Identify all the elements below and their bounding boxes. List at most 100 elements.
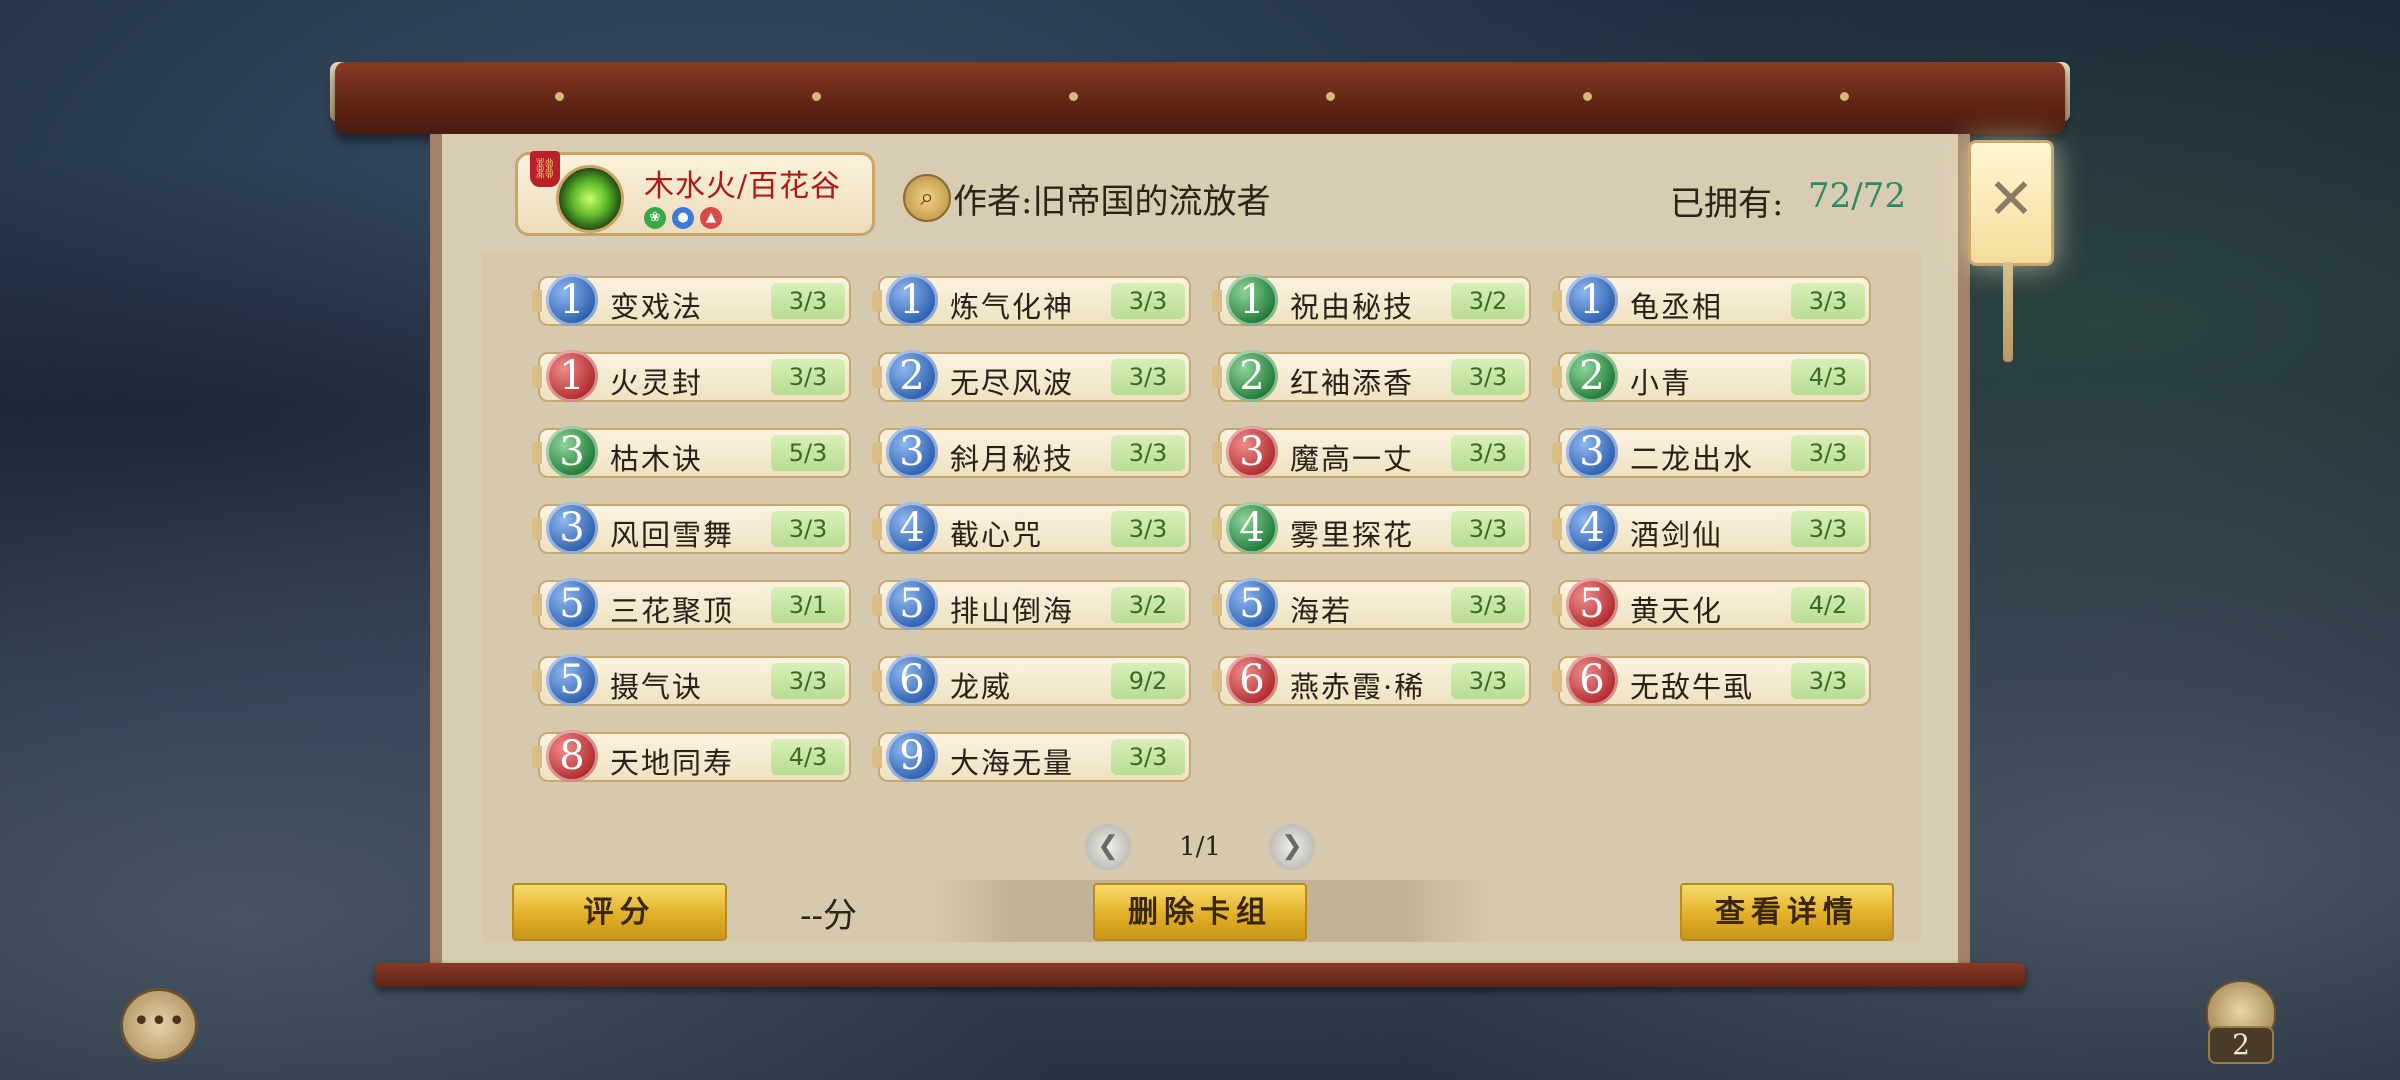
- card-count: 5/3: [771, 435, 845, 471]
- card-entry[interactable]: 1 祝由秘技 3/2: [1212, 274, 1531, 326]
- rate-button[interactable]: 评分: [512, 883, 727, 941]
- card-entry[interactable]: 2 小青 4/3: [1552, 350, 1871, 402]
- card-entry[interactable]: 6 燕赤霞·稀 3/3: [1212, 654, 1531, 706]
- bag-count: 2: [2208, 1026, 2274, 1064]
- card-name: 无敌牛虱: [1630, 670, 1755, 704]
- deck-name: 木水火/百花谷: [644, 169, 842, 204]
- card-cost: 3: [1226, 426, 1278, 478]
- view-details-button[interactable]: 查看详情: [1680, 883, 1894, 941]
- card-entry[interactable]: 9 大海无量 3/3: [872, 730, 1191, 782]
- card-count: 3/3: [1451, 587, 1525, 623]
- card-entry[interactable]: 5 摄气诀 3/3: [532, 654, 851, 706]
- card-entry[interactable]: 8 天地同寿 4/3: [532, 730, 851, 782]
- close-button[interactable]: ✕: [1968, 140, 2054, 266]
- card-count: 4/3: [1791, 359, 1865, 395]
- card-entry[interactable]: 3 风回雪舞 3/3: [532, 502, 851, 554]
- chat-icon: •••: [132, 1004, 186, 1039]
- card-count: 3/3: [1791, 511, 1865, 547]
- card-entry[interactable]: 5 三花聚顶 3/1: [532, 578, 851, 630]
- delete-deck-button[interactable]: 删除卡组: [1093, 883, 1307, 941]
- card-name: 排山倒海: [950, 594, 1075, 628]
- card-name: 大海无量: [950, 746, 1075, 780]
- card-entry[interactable]: 5 黄天化 4/2: [1552, 578, 1871, 630]
- card-name: 斜月秘技: [950, 442, 1075, 476]
- card-count: 4/3: [771, 739, 845, 775]
- scroll-top-rod: [335, 62, 2065, 134]
- bag-button[interactable]: 2: [2200, 980, 2278, 1064]
- card-name: 龙威: [950, 670, 1013, 704]
- rod-stud: [555, 92, 564, 101]
- card-cost: 4: [886, 502, 938, 554]
- card-cost: 2: [1566, 350, 1618, 402]
- card-count: 3/3: [771, 283, 845, 319]
- magnifier-icon[interactable]: ⌕: [903, 174, 951, 222]
- card-name: 风回雪舞: [610, 518, 735, 552]
- card-entry[interactable]: 1 火灵封 3/3: [532, 350, 851, 402]
- card-count: 3/3: [771, 359, 845, 395]
- page-indicator: 1/1: [1179, 832, 1221, 862]
- chevron-left-icon[interactable]: ❮: [1085, 824, 1131, 870]
- card-name: 无尽风波: [950, 366, 1075, 400]
- card-count: 3/2: [1111, 587, 1185, 623]
- card-entry[interactable]: 2 无尽风波 3/3: [872, 350, 1191, 402]
- card-entry[interactable]: 1 变戏法 3/3: [532, 274, 851, 326]
- card-entry[interactable]: 5 海若 3/3: [1212, 578, 1531, 630]
- rod-stud: [1840, 92, 1849, 101]
- card-name: 黄天化: [1630, 594, 1724, 628]
- card-entry[interactable]: 4 雾里探花 3/3: [1212, 502, 1531, 554]
- card-name: 海若: [1290, 594, 1353, 628]
- scroll-bottom-rod: [375, 963, 2025, 987]
- chat-button[interactable]: •••: [120, 988, 198, 1062]
- card-entry[interactable]: 1 龟丞相 3/3: [1552, 274, 1871, 326]
- card-name: 雾里探花: [1290, 518, 1415, 552]
- card-cost: 8: [546, 730, 598, 782]
- card-cost: 9: [886, 730, 938, 782]
- card-count: 3/1: [771, 587, 845, 623]
- card-cost: 6: [1566, 654, 1618, 706]
- card-cost: 2: [886, 350, 938, 402]
- card-count: 3/3: [1451, 359, 1525, 395]
- card-name: 小青: [1630, 366, 1693, 400]
- card-entry[interactable]: 3 枯木诀 5/3: [532, 426, 851, 478]
- card-count: 3/3: [1111, 359, 1185, 395]
- card-count: 3/3: [1111, 739, 1185, 775]
- card-name: 变戏法: [610, 290, 704, 324]
- card-name: 火灵封: [610, 366, 704, 400]
- card-entry[interactable]: 6 龙威 9/2: [872, 654, 1191, 706]
- rod-stud: [812, 92, 821, 101]
- card-cost: 3: [1566, 426, 1618, 478]
- card-count: 9/2: [1111, 663, 1185, 699]
- card-entry[interactable]: 4 酒剑仙 3/3: [1552, 502, 1871, 554]
- card-cost: 6: [886, 654, 938, 706]
- card-count: 3/3: [1111, 283, 1185, 319]
- card-cost: 5: [546, 654, 598, 706]
- card-count: 3/3: [771, 511, 845, 547]
- card-entry[interactable]: 6 无敌牛虱 3/3: [1552, 654, 1871, 706]
- card-entry[interactable]: 1 炼气化神 3/3: [872, 274, 1191, 326]
- card-count: 3/3: [1791, 283, 1865, 319]
- card-name: 红袖添香: [1290, 366, 1415, 400]
- chevron-right-icon[interactable]: ❯: [1269, 824, 1315, 870]
- card-entry[interactable]: 3 二龙出水 3/3: [1552, 426, 1871, 478]
- card-entry[interactable]: 3 魔高一丈 3/3: [1212, 426, 1531, 478]
- card-cost: 1: [546, 274, 598, 326]
- rod-stud: [1326, 92, 1335, 101]
- card-entry[interactable]: 2 红袖添香 3/3: [1212, 350, 1531, 402]
- deck-badge[interactable]: ⛓ 木水火/百花谷 ❀ ● ▲: [515, 151, 875, 236]
- card-count: 3/3: [1451, 511, 1525, 547]
- card-cost: 1: [546, 350, 598, 402]
- card-entry[interactable]: 4 截心咒 3/3: [872, 502, 1191, 554]
- rod-stud: [1069, 92, 1078, 101]
- card-cost: 3: [886, 426, 938, 478]
- card-name: 摄气诀: [610, 670, 704, 704]
- card-name: 枯木诀: [610, 442, 704, 476]
- card-name: 祝由秘技: [1290, 290, 1415, 324]
- owned-label: 已拥有:: [1670, 184, 1784, 224]
- card-count: 3/3: [1451, 663, 1525, 699]
- card-entry[interactable]: 3 斜月秘技 3/3: [872, 426, 1191, 478]
- card-cost: 5: [1566, 578, 1618, 630]
- card-cost: 3: [546, 426, 598, 478]
- card-entry[interactable]: 5 排山倒海 3/2: [872, 578, 1191, 630]
- water-element-icon: ●: [672, 207, 694, 229]
- deck-emblem-icon: [556, 165, 624, 233]
